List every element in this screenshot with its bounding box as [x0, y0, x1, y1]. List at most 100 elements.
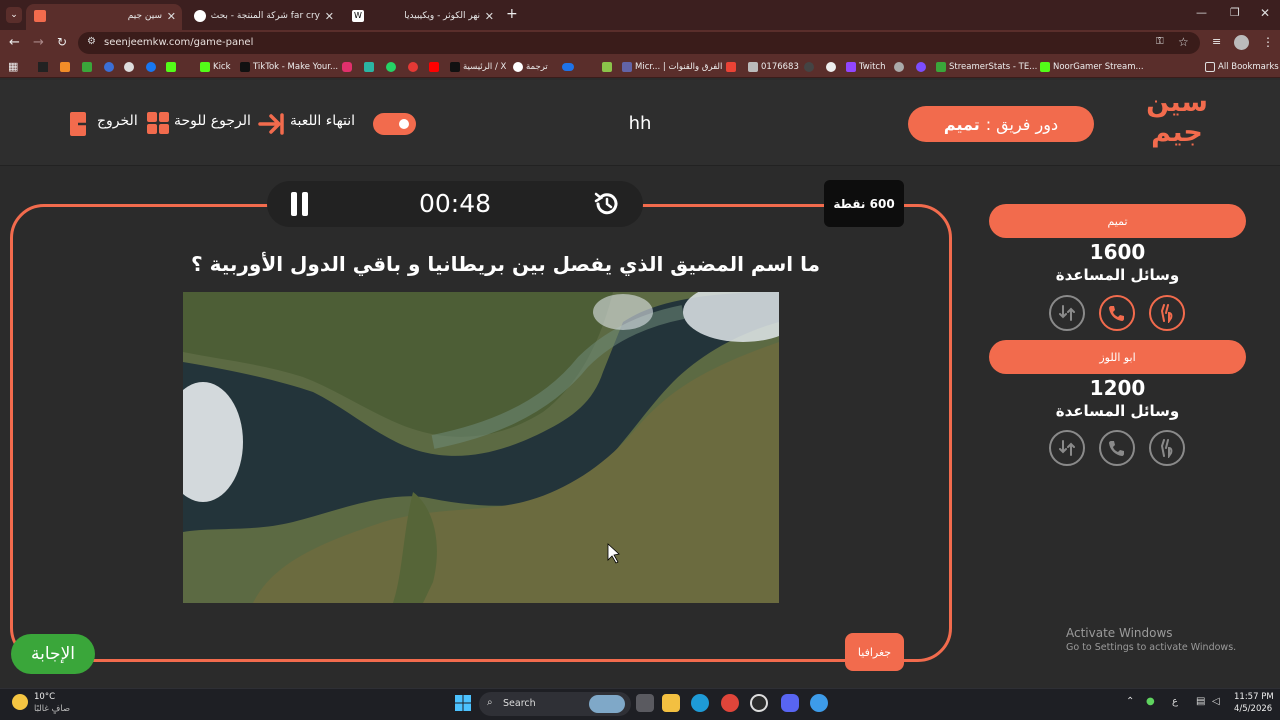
arrow-right-icon[interactable]: [258, 112, 284, 136]
bookmark-x[interactable]: الرئيسية / X: [450, 60, 506, 74]
question-text: ما اسم المضيق الذي يفصل بين بريطانيا و ب…: [191, 252, 820, 276]
close-tab-icon[interactable]: ✕: [485, 10, 494, 23]
bookmark-icon-red[interactable]: [408, 62, 418, 72]
logo-line2: جيم: [1151, 117, 1203, 148]
network-icon[interactable]: ▤: [1196, 696, 1205, 707]
team-2-aids-label: وسائل المساعدة: [1055, 402, 1180, 420]
reset-timer-icon[interactable]: [593, 190, 621, 218]
task-view-icon[interactable]: [636, 694, 654, 712]
kick-k-icon[interactable]: [166, 62, 176, 72]
app-icon[interactable]: [810, 694, 828, 712]
gmail-icon[interactable]: [726, 62, 736, 72]
grid-board-icon[interactable]: [146, 111, 170, 135]
forward-icon[interactable]: →: [33, 35, 44, 50]
end-game-label[interactable]: انتهاء اللعبة: [290, 113, 355, 129]
team-1-aid-phone-icon[interactable]: [1099, 295, 1135, 331]
chrome-icon[interactable]: [721, 694, 739, 712]
profile-avatar[interactable]: [1234, 35, 1249, 50]
bookmark-noorgamer[interactable]: NoorGamer Stream...: [1040, 60, 1144, 74]
search-placeholder: Search: [503, 698, 536, 709]
bookmark-icon-bars[interactable]: [82, 62, 92, 72]
discord-icon[interactable]: [781, 694, 799, 712]
show-hidden-icons[interactable]: ⌃: [1126, 696, 1134, 707]
apps-grid-icon[interactable]: ▦: [8, 60, 18, 73]
bookmark-icon-globe[interactable]: [894, 62, 904, 72]
turn-prefix: دور فريق :: [985, 114, 1059, 134]
team-1-aid-peace-icon[interactable]: [1149, 295, 1185, 331]
close-tab-icon[interactable]: ✕: [325, 10, 334, 23]
exit-door-icon[interactable]: [68, 110, 92, 138]
media-controls-icon[interactable]: ≡: [1212, 35, 1221, 48]
tab-google-search[interactable]: far cry شركة المنتجة - بحث Google ✕: [186, 4, 340, 30]
search-icon: ⌕: [487, 697, 493, 708]
close-window-icon[interactable]: ✕: [1260, 6, 1270, 20]
team-1-aid-swap-icon[interactable]: [1049, 295, 1085, 331]
youtube-icon[interactable]: [429, 62, 439, 72]
browser-tab-strip: ⌄ سين جيم ✕ far cry شركة المنتجة - بحث G…: [0, 0, 1280, 30]
password-key-icon[interactable]: ⚿: [1156, 36, 1164, 47]
browser-menu-icon[interactable]: ⋮: [1262, 35, 1274, 49]
exit-label[interactable]: الخروج: [97, 113, 138, 129]
team-2-aid-peace-icon[interactable]: [1149, 430, 1185, 466]
instagram-icon[interactable]: [342, 62, 352, 72]
toggle-knob-icon: [396, 116, 412, 132]
bookmark-streamerstats[interactable]: StreamerStats - TE...: [936, 60, 1037, 74]
site-info-icon[interactable]: ⚙: [87, 36, 96, 47]
end-game-toggle[interactable]: [373, 113, 416, 135]
bookmark-icon-tree[interactable]: [602, 62, 612, 72]
close-tab-icon[interactable]: ✕: [167, 10, 176, 23]
taskbar-search-box[interactable]: ⌕ Search: [479, 692, 631, 716]
back-icon[interactable]: ←: [9, 35, 20, 50]
edge-icon[interactable]: [691, 694, 709, 712]
restore-icon[interactable]: ❐: [1230, 6, 1240, 19]
address-bar[interactable]: ⚙ seenjeemkw.com/game-panel ⚿ ☆: [78, 32, 1200, 54]
tab-search-chevron-icon[interactable]: ⌄: [6, 7, 22, 23]
pause-icon[interactable]: [290, 192, 310, 216]
team-2-aid-phone-icon[interactable]: [1099, 430, 1135, 466]
reload-icon[interactable]: ↻: [57, 35, 67, 49]
team-2-aid-swap-icon[interactable]: [1049, 430, 1085, 466]
whatsapp-icon[interactable]: [386, 62, 396, 72]
bookmark-icon-purple[interactable]: [916, 62, 926, 72]
bookmark-number[interactable]: 0176683: [748, 60, 799, 74]
show-answer-button[interactable]: الإجابة: [11, 634, 95, 674]
bookmark-icon-green[interactable]: [364, 62, 374, 72]
file-explorer-icon[interactable]: [662, 694, 680, 712]
bookmark-icon-dark[interactable]: [804, 62, 814, 72]
weather-icon[interactable]: [12, 694, 28, 710]
tab-title: نهر الكوثر - ويكيبيديا: [404, 11, 480, 21]
bookmark-star-icon[interactable]: ☆: [1178, 35, 1189, 49]
facebook-icon[interactable]: [146, 62, 156, 72]
stats-bars-icon: [936, 62, 946, 72]
bookmark-icon-r2[interactable]: [104, 62, 114, 72]
tab-seenjeem[interactable]: سين جيم ✕: [26, 4, 182, 30]
microphone-icon[interactable]: ●: [1146, 696, 1155, 707]
bookmark-twitch[interactable]: Twitch: [846, 60, 886, 74]
bookmark-translate[interactable]: ترجمة: [513, 60, 548, 74]
new-tab-icon[interactable]: +: [506, 6, 518, 22]
bookmark-icon-r[interactable]: [38, 62, 48, 72]
twitch-icon: [846, 62, 856, 72]
bookmark-teams[interactable]: Micr... | الفرق والقنوات: [622, 60, 722, 74]
clock-date[interactable]: 4/5/2026: [1234, 704, 1272, 714]
back-to-board-label[interactable]: الرجوع للوحة: [174, 113, 251, 129]
bookmark-icon-github[interactable]: [826, 62, 836, 72]
bookmark-icon-circle[interactable]: [124, 62, 134, 72]
question-image-english-channel: [183, 292, 779, 603]
meta-icon[interactable]: [562, 63, 574, 71]
team-1-aids-label: وسائل المساعدة: [1055, 266, 1180, 284]
bookmark-tiktok[interactable]: TikTok - Make Your...: [240, 60, 338, 74]
windows-start-icon[interactable]: [455, 695, 471, 711]
bookmark-kick[interactable]: Kick: [200, 60, 231, 74]
all-bookmarks[interactable]: All Bookmarks: [1205, 60, 1279, 74]
keyboard-language[interactable]: ع: [1172, 696, 1178, 707]
minimize-icon[interactable]: —: [1196, 6, 1207, 19]
bookmark-icon-a[interactable]: [60, 62, 70, 72]
weather-temp: 10°C: [34, 692, 56, 702]
activate-title: Activate Windows: [1066, 626, 1173, 640]
volume-icon[interactable]: ◁: [1212, 696, 1220, 707]
obs-icon[interactable]: [750, 694, 768, 712]
folder-icon: [1205, 62, 1215, 72]
clock-time[interactable]: 11:57 PM: [1234, 692, 1274, 702]
tab-wikipedia[interactable]: W نهر الكوثر - ويكيبيديا ✕: [344, 4, 500, 30]
